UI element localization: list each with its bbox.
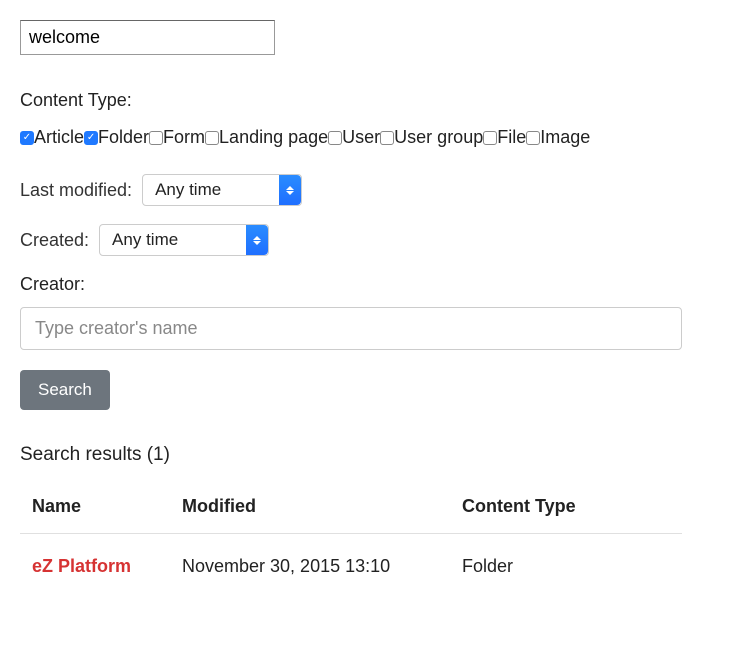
last-modified-value: Any time [143, 180, 233, 200]
checkbox-file[interactable] [483, 131, 497, 145]
select-stepper-icon [246, 225, 268, 255]
checkbox-user-group[interactable] [380, 131, 394, 145]
search-button[interactable]: Search [20, 370, 110, 410]
checkbox-label-landing-page: Landing page [219, 127, 328, 148]
checkbox-image[interactable] [526, 131, 540, 145]
created-select[interactable]: Any time [99, 224, 269, 256]
column-header-modified: Modified [170, 488, 450, 534]
content-type-label: Content Type: [20, 90, 710, 111]
column-header-name: Name [20, 488, 170, 534]
last-modified-label: Last modified: [20, 180, 132, 201]
checkbox-label-file: File [497, 127, 526, 148]
result-content-type: Folder [450, 534, 682, 586]
checkbox-folder[interactable]: ✓ [84, 131, 98, 145]
created-value: Any time [100, 230, 190, 250]
select-stepper-icon [279, 175, 301, 205]
checkbox-landing-page[interactable] [205, 131, 219, 145]
creator-input[interactable] [20, 307, 682, 350]
result-modified: November 30, 2015 13:10 [170, 534, 450, 586]
created-label: Created: [20, 230, 89, 251]
search-results-heading: Search results (1) [20, 444, 710, 466]
last-modified-select[interactable]: Any time [142, 174, 302, 206]
checkbox-user[interactable] [328, 131, 342, 145]
checkbox-label-image: Image [540, 127, 590, 148]
column-header-content-type: Content Type [450, 488, 682, 534]
result-name-link[interactable]: eZ Platform [20, 534, 170, 586]
checkbox-label-user-group: User group [394, 127, 483, 148]
table-row: eZ Platform November 30, 2015 13:10 Fold… [20, 534, 682, 586]
results-table: Name Modified Content Type eZ Platform N… [20, 488, 682, 585]
checkbox-label-article: Article [34, 127, 84, 148]
checkbox-label-form: Form [163, 127, 205, 148]
creator-label: Creator: [20, 274, 710, 295]
checkbox-label-folder: Folder [98, 127, 149, 148]
checkbox-article[interactable]: ✓ [20, 131, 34, 145]
search-input[interactable] [20, 20, 275, 55]
checkbox-label-user: User [342, 127, 380, 148]
checkbox-form[interactable] [149, 131, 163, 145]
content-type-checkbox-row: ✓ Article ✓ Folder Form Landing page Use… [20, 127, 710, 148]
